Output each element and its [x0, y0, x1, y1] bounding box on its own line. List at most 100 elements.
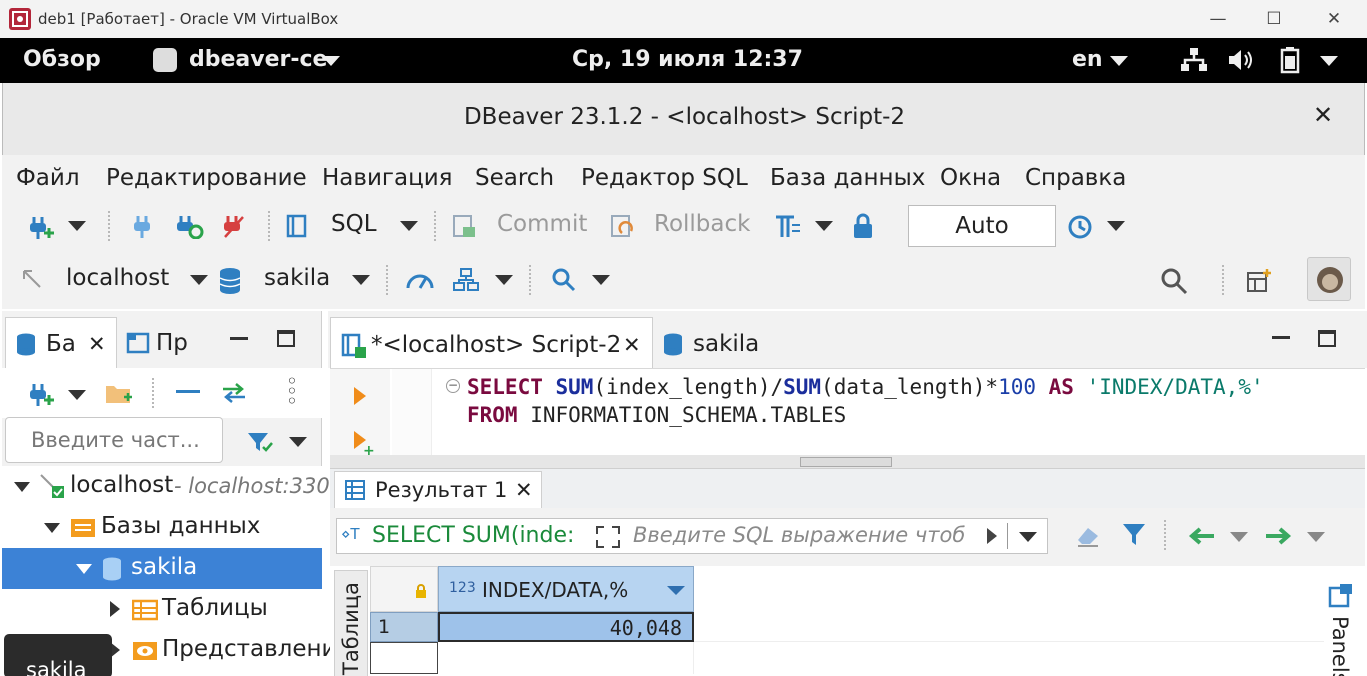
tab-script-2[interactable]: *<localhost> Script-2 ✕: [330, 317, 653, 368]
global-search-icon[interactable]: [1160, 267, 1188, 299]
minimize-panel-icon[interactable]: [230, 337, 248, 340]
filter-icon[interactable]: [1122, 522, 1146, 550]
dashboard-icon[interactable]: [405, 268, 435, 296]
tree-node-databases[interactable]: Базы данных: [2, 507, 322, 548]
disconnect-icon[interactable]: [221, 213, 247, 243]
close-tab-icon[interactable]: ✕: [88, 332, 106, 356]
maximize-editor-icon[interactable]: [1318, 330, 1336, 347]
close-tab-icon[interactable]: ✕: [623, 333, 641, 357]
chevron-down-icon[interactable]: [289, 437, 307, 447]
database-selector[interactable]: sakila: [264, 265, 330, 291]
eraser-icon[interactable]: [1074, 522, 1102, 552]
chevron-down-icon[interactable]: [68, 221, 86, 231]
apply-filter-icon[interactable]: [987, 528, 997, 544]
grid-corner[interactable]: [370, 566, 438, 612]
chevron-down-icon[interactable]: [352, 275, 370, 285]
sort-icon[interactable]: [667, 586, 685, 595]
expand-icon[interactable]: [14, 482, 30, 492]
chevron-down-icon[interactable]: [68, 390, 86, 400]
collapse-icon[interactable]: [110, 601, 120, 617]
clock[interactable]: Ср, 19 июля 12:37: [572, 47, 803, 72]
search-icon[interactable]: [551, 267, 577, 297]
new-connection-icon[interactable]: [26, 213, 54, 245]
menu-help[interactable]: Справка: [1025, 165, 1126, 191]
reconnect-icon[interactable]: [174, 213, 204, 243]
chevron-down-icon[interactable]: [1307, 532, 1325, 542]
minimize-editor-icon[interactable]: [1272, 336, 1290, 339]
chevron-down-icon[interactable]: [592, 275, 610, 285]
open-perspective-icon[interactable]: [1245, 267, 1273, 299]
rollback-icon[interactable]: [609, 213, 635, 243]
tree-node-connection[interactable]: localhost - localhost:3306: [2, 466, 343, 507]
tab-sakila[interactable]: sakila: [660, 317, 770, 368]
new-folder-icon[interactable]: [104, 381, 134, 411]
expand-icon[interactable]: [44, 523, 60, 533]
er-diagram-icon[interactable]: [453, 267, 479, 297]
tab-database-navigator[interactable]: Ба ✕: [5, 317, 117, 368]
close-dbeaver-button[interactable]: ✕: [1313, 101, 1333, 129]
forward-arrow-icon[interactable]: [1264, 526, 1292, 550]
chevron-down-icon[interactable]: [400, 221, 418, 231]
volume-icon[interactable]: [1227, 48, 1255, 78]
system-menu-chevron-icon[interactable]: [1320, 56, 1338, 66]
row-number[interactable]: [370, 642, 438, 674]
tree-node-sakila[interactable]: sakila: [2, 548, 322, 589]
maximize-panel-icon[interactable]: [277, 330, 295, 347]
close-tab-icon[interactable]: ✕: [515, 478, 533, 502]
navigator-filter-input[interactable]: Введите част...: [5, 417, 223, 463]
tab-result-1[interactable]: Результат 1 ✕: [334, 471, 542, 509]
battery-icon[interactable]: [1280, 46, 1300, 80]
expand-icon[interactable]: [76, 564, 92, 574]
commit-icon[interactable]: [451, 213, 477, 243]
table-cell[interactable]: [438, 642, 694, 674]
sql-button[interactable]: SQL: [331, 211, 377, 237]
query-preview[interactable]: SELECT SUM(inde:: [372, 523, 574, 548]
language-indicator[interactable]: en: [1072, 47, 1103, 72]
panels-side-tab[interactable]: Panels: [1326, 580, 1360, 676]
results-filter-input[interactable]: Введите SQL выражение чтоб: [633, 523, 965, 547]
tree-node-tables[interactable]: Таблицы: [2, 589, 322, 630]
connect-icon[interactable]: [131, 213, 153, 243]
menu-navigate[interactable]: Навигация: [322, 165, 453, 191]
maximize-button[interactable]: ☐: [1254, 6, 1294, 32]
menu-edit[interactable]: Редактирование: [106, 165, 307, 191]
menu-search[interactable]: Search: [475, 165, 554, 191]
menu-database[interactable]: База данных: [770, 165, 925, 191]
side-tab-table[interactable]: Таблица: [334, 570, 368, 676]
app-menu-button[interactable]: dbeaver-ce: [189, 47, 327, 72]
view-menu-icon[interactable]: ◦ ◦ ◦: [286, 371, 298, 411]
chevron-down-icon[interactable]: [495, 275, 513, 285]
back-arrow-icon[interactable]: [1188, 526, 1216, 550]
editor-results-sash[interactable]: [330, 455, 1365, 469]
menu-file[interactable]: Файл: [16, 165, 80, 191]
tab-projects[interactable]: Пр: [120, 317, 220, 368]
transaction-mode-icon[interactable]: [774, 213, 800, 243]
sql-editor[interactable]: + − SELECT SUM(index_length)/SUM(data_le…: [330, 368, 1365, 463]
chevron-down-icon[interactable]: [1019, 532, 1037, 542]
sash-handle[interactable]: [800, 457, 892, 467]
row-number[interactable]: 1: [370, 612, 438, 642]
commit-button[interactable]: Commit: [497, 211, 587, 237]
new-connection-icon[interactable]: [26, 380, 54, 412]
expand-icon[interactable]: [595, 525, 621, 553]
menu-sql-editor[interactable]: Редактор SQL: [581, 165, 748, 191]
network-icon[interactable]: [1180, 47, 1208, 79]
fold-icon[interactable]: −: [446, 379, 460, 393]
activities-button[interactable]: Обзор: [23, 47, 101, 72]
collapse-all-icon[interactable]: [176, 390, 200, 393]
minimize-button[interactable]: —: [1198, 6, 1238, 32]
chevron-down-icon[interactable]: [1230, 532, 1248, 542]
column-header-index-data[interactable]: 123 INDEX/DATA,%: [438, 566, 694, 612]
execute-statement-icon[interactable]: [354, 387, 366, 405]
history-icon[interactable]: [1066, 213, 1094, 245]
chevron-down-icon[interactable]: [190, 275, 208, 285]
menu-window[interactable]: Окна: [940, 165, 1001, 191]
dbeaver-perspective-button[interactable]: [1307, 257, 1351, 301]
link-with-editor-icon[interactable]: [220, 381, 248, 409]
filter-icon[interactable]: [246, 430, 274, 458]
sql-editor-icon[interactable]: [285, 213, 309, 243]
results-filter-box[interactable]: ⋄T SELECT SUM(inde: Введите SQL выражени…: [336, 518, 1048, 554]
transaction-mode-select[interactable]: Auto: [908, 205, 1056, 247]
table-cell[interactable]: 40,048: [438, 612, 694, 642]
chevron-down-icon[interactable]: [1107, 221, 1125, 231]
